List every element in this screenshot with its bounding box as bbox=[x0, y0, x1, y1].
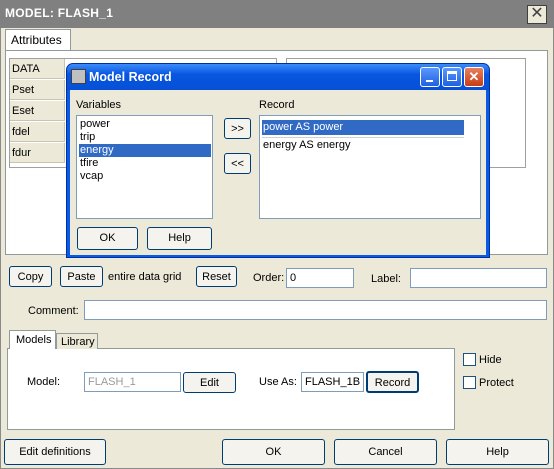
use-as-label: Use As: bbox=[259, 376, 297, 388]
label-input[interactable] bbox=[410, 268, 547, 288]
window-close-button[interactable]: ✕ bbox=[527, 5, 547, 24]
cancel-button[interactable]: Cancel bbox=[334, 439, 437, 465]
tab-models[interactable]: Models bbox=[9, 330, 56, 349]
app-icon bbox=[71, 69, 86, 84]
dialog-help-button[interactable]: Help bbox=[147, 227, 212, 250]
hide-checkbox[interactable] bbox=[463, 353, 476, 366]
record-list[interactable]: power AS power energy AS energy bbox=[259, 115, 481, 219]
model-label: Model: bbox=[27, 376, 61, 388]
protect-checkbox[interactable] bbox=[463, 376, 476, 389]
order-label: Order: bbox=[253, 272, 285, 284]
paste-button[interactable]: Paste bbox=[60, 266, 103, 287]
hide-label: Hide bbox=[479, 354, 502, 366]
ok-button[interactable]: OK bbox=[222, 439, 325, 465]
dialog-ok-button[interactable]: OK bbox=[77, 227, 138, 250]
maximize-icon bbox=[447, 71, 457, 81]
window-title: MODEL: FLASH_1 bbox=[5, 6, 114, 20]
variables-label: Variables bbox=[76, 99, 122, 111]
variables-list[interactable]: power trip energy tfire vcap bbox=[76, 115, 213, 219]
comment-label: Comment: bbox=[28, 305, 79, 317]
dialog-title: Model Record bbox=[89, 70, 172, 84]
list-item-selected[interactable]: power AS power bbox=[262, 120, 464, 135]
model-input: FLASH_1 bbox=[84, 372, 181, 392]
grid-row-header[interactable]: DATA bbox=[10, 59, 65, 79]
list-item[interactable]: power bbox=[79, 118, 211, 131]
grid-row-header[interactable]: fdel bbox=[10, 122, 65, 142]
grid-row-header[interactable]: fdur bbox=[10, 143, 65, 163]
dialog-close-button[interactable]: ✕ bbox=[464, 67, 484, 87]
entire-grid-text: entire data grid bbox=[108, 271, 182, 283]
edit-definitions-button[interactable]: Edit definitions bbox=[4, 439, 106, 465]
minimize-icon bbox=[426, 80, 433, 82]
record-label: Record bbox=[259, 99, 295, 111]
grid-row-header[interactable]: Eset bbox=[10, 101, 65, 121]
reset-button[interactable]: Reset bbox=[196, 266, 237, 287]
close-icon: ✕ bbox=[530, 5, 544, 22]
tab-attributes[interactable]: Attributes bbox=[5, 29, 71, 51]
label-label: Label: bbox=[371, 273, 401, 285]
list-item[interactable]: energy AS energy bbox=[262, 137, 464, 153]
comment-input[interactable] bbox=[84, 300, 547, 320]
edit-model-button[interactable]: Edit bbox=[183, 372, 236, 393]
help-button[interactable]: Help bbox=[446, 439, 549, 465]
list-item[interactable]: tfire bbox=[79, 157, 211, 170]
list-item[interactable]: trip bbox=[79, 131, 211, 144]
add-record-button[interactable]: >> bbox=[224, 118, 251, 139]
copy-button[interactable]: Copy bbox=[9, 266, 52, 287]
close-icon: ✕ bbox=[468, 69, 480, 84]
maximize-button[interactable] bbox=[442, 67, 462, 87]
list-item-selected[interactable]: energy bbox=[79, 144, 211, 157]
list-item[interactable]: vcap bbox=[79, 170, 211, 183]
grid-row-header[interactable]: Pset bbox=[10, 80, 65, 100]
record-button[interactable]: Record bbox=[366, 371, 419, 393]
protect-label: Protect bbox=[479, 377, 514, 389]
remove-record-button[interactable]: << bbox=[224, 153, 251, 174]
tab-library[interactable]: Library bbox=[56, 333, 98, 349]
minimize-button[interactable] bbox=[420, 67, 440, 87]
use-as-input[interactable]: FLASH_1B bbox=[301, 372, 364, 392]
order-input[interactable]: 0 bbox=[286, 268, 354, 288]
